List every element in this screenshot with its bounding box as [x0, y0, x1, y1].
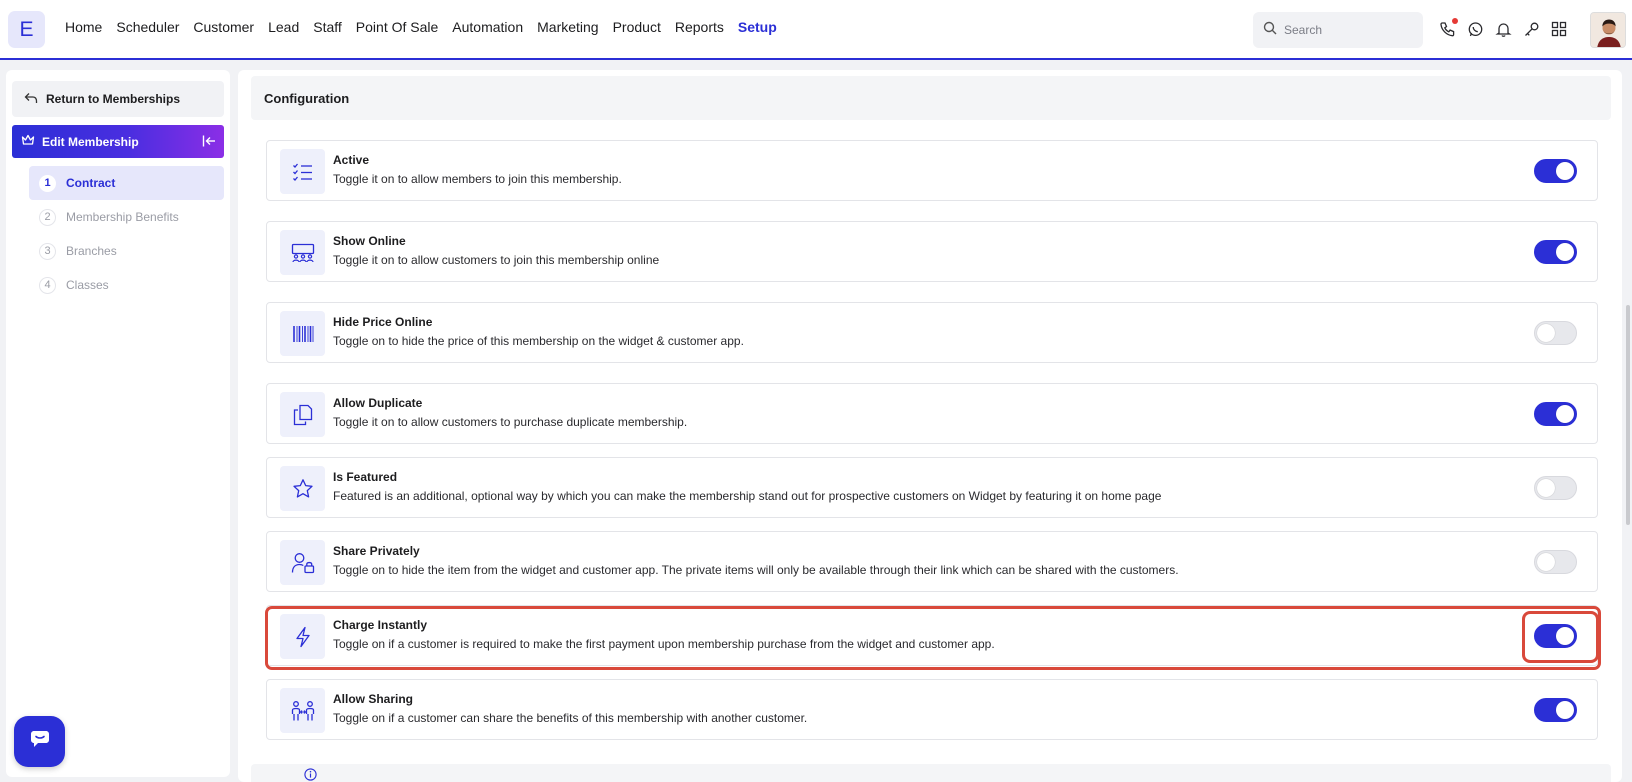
setting-allow-duplicate: Allow Duplicate Toggle it on to allow cu… [266, 383, 1598, 444]
star-icon [280, 466, 325, 511]
return-label: Return to Memberships [46, 92, 181, 106]
sharing-users-icon [280, 688, 325, 733]
nav-reports[interactable]: Reports [675, 19, 724, 35]
lightning-icon [280, 614, 325, 659]
collapse-sidebar-icon[interactable] [202, 134, 216, 151]
setting-description: Toggle it on to allow members to join th… [333, 172, 622, 186]
audience-icon [280, 230, 325, 275]
edit-membership-header: Edit Membership [12, 125, 224, 158]
nav-scheduler[interactable]: Scheduler [116, 19, 179, 35]
crown-icon [21, 134, 35, 149]
step-label: Contract [66, 176, 116, 190]
charge-instantly-toggle[interactable] [1534, 624, 1577, 648]
top-navbar: E Home Scheduler Customer Lead Staff Poi… [0, 0, 1632, 60]
nav-setup[interactable]: Setup [738, 19, 777, 35]
next-section-strip [251, 764, 1611, 782]
setting-active: Active Toggle it on to allow members to … [266, 140, 1598, 201]
setting-description: Toggle on to hide the item from the widg… [333, 563, 1179, 577]
setting-charge-instantly: Charge Instantly Toggle on if a customer… [266, 605, 1598, 666]
chat-support-button[interactable] [14, 716, 65, 767]
setting-title: Allow Sharing [333, 692, 414, 706]
apps-grid-icon[interactable] [1550, 17, 1568, 41]
setting-description: Toggle on if a customer can share the be… [333, 711, 808, 725]
setting-description: Featured is an additional, optional way … [333, 489, 1162, 503]
scrollbar-thumb[interactable] [1626, 305, 1630, 525]
setting-description: Toggle on if a customer is required to m… [333, 637, 995, 651]
setting-allow-sharing: Allow Sharing Toggle on if a customer ca… [266, 679, 1598, 740]
setting-description: Toggle it on to allow customers to join … [333, 253, 660, 267]
back-arrow-icon [24, 92, 38, 107]
nav-product[interactable]: Product [613, 19, 661, 35]
main-nav: Home Scheduler Customer Lead Staff Point… [65, 19, 791, 35]
step-number: 1 [39, 174, 56, 192]
setting-is-featured: Is Featured Featured is an additional, o… [266, 457, 1598, 518]
nav-home[interactable]: Home [65, 19, 102, 35]
step-list: 1 Contract 2 Membership Benefits 3 Branc… [29, 166, 224, 302]
setting-description: Toggle on to hide the price of this memb… [333, 334, 744, 348]
return-to-memberships-button[interactable]: Return to Memberships [12, 81, 224, 117]
user-avatar[interactable] [1590, 12, 1626, 48]
share-privately-toggle[interactable] [1534, 550, 1577, 574]
sidebar: Return to Memberships Edit Membership 1 … [6, 70, 230, 777]
setting-hide-price-online: Hide Price Online Toggle on to hide the … [266, 302, 1598, 363]
setting-title: Active [333, 153, 370, 167]
setting-title: Charge Instantly [333, 618, 428, 632]
step-membership-benefits[interactable]: 2 Membership Benefits [29, 200, 224, 234]
step-classes[interactable]: 4 Classes [29, 268, 224, 302]
toolbar-icons [1438, 17, 1568, 41]
allow-sharing-toggle[interactable] [1534, 698, 1577, 722]
setting-title: Share Privately [333, 544, 420, 558]
step-number: 3 [39, 242, 56, 260]
nav-customer[interactable]: Customer [193, 19, 254, 35]
step-label: Branches [66, 244, 117, 258]
allow-duplicate-toggle[interactable] [1534, 402, 1577, 426]
nav-staff[interactable]: Staff [313, 19, 342, 35]
step-label: Classes [66, 278, 109, 292]
nav-marketing[interactable]: Marketing [537, 19, 598, 35]
checklist-icon [280, 149, 325, 194]
is-featured-toggle[interactable] [1534, 476, 1577, 500]
step-branches[interactable]: 3 Branches [29, 234, 224, 268]
phone-icon[interactable] [1438, 17, 1458, 41]
setting-share-privately: Share Privately Toggle on to hide the it… [266, 531, 1598, 592]
step-label: Membership Benefits [66, 210, 179, 224]
show-online-toggle[interactable] [1534, 240, 1577, 264]
nav-point-of-sale[interactable]: Point Of Sale [356, 19, 439, 35]
configuration-panel: Configuration Active Toggle it on to all… [238, 70, 1622, 782]
step-contract[interactable]: 1 Contract [29, 166, 224, 200]
setting-title: Hide Price Online [333, 315, 433, 329]
phone-notification-dot [1452, 18, 1458, 24]
edit-membership-label: Edit Membership [42, 134, 139, 149]
nav-lead[interactable]: Lead [268, 19, 299, 35]
app-logo[interactable]: E [8, 11, 45, 48]
search-icon [1263, 21, 1277, 40]
step-number: 2 [39, 208, 56, 226]
search-input[interactable] [1284, 23, 1414, 37]
info-icon[interactable] [304, 768, 317, 782]
chat-bubble-icon [29, 729, 51, 754]
active-toggle[interactable] [1534, 159, 1577, 183]
setting-show-online: Show Online Toggle it on to allow custom… [266, 221, 1598, 282]
copy-icon [280, 392, 325, 437]
setting-description: Toggle it on to allow customers to purch… [333, 415, 688, 429]
section-title: Configuration [251, 76, 1611, 120]
setting-title: Allow Duplicate [333, 396, 423, 410]
barcode-icon [280, 311, 325, 356]
bell-icon[interactable] [1494, 17, 1512, 41]
nav-automation[interactable]: Automation [452, 19, 523, 35]
user-lock-icon [280, 540, 325, 585]
hide-price-online-toggle[interactable] [1534, 321, 1577, 345]
whatsapp-icon[interactable] [1466, 17, 1484, 41]
setting-title: Is Featured [333, 470, 398, 484]
step-number: 4 [39, 276, 56, 294]
setting-title: Show Online [333, 234, 406, 248]
search-box[interactable] [1253, 12, 1423, 48]
key-icon[interactable] [1522, 17, 1540, 41]
